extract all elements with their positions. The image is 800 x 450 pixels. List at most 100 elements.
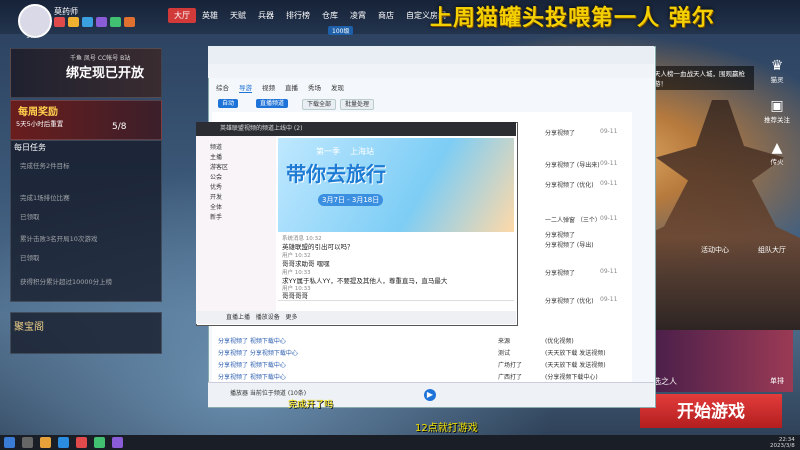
chat-user[interactable]: 频道 (210, 142, 222, 151)
promo-date: 3月7日 - 3月18日 (318, 194, 384, 206)
tab-lobby[interactable]: 大厅 (168, 8, 196, 23)
cc-auto-button[interactable]: 自动 (218, 99, 239, 108)
chat-user[interactable]: 新手 (210, 212, 222, 221)
subtitle-line: 12点就打游戏 (415, 423, 478, 434)
row-time: 09-11 (600, 215, 618, 222)
chat-user[interactable]: 开发 (210, 192, 222, 201)
squad-lobby-button[interactable]: 组队大厅 (748, 245, 796, 255)
list-item[interactable]: 分享视频了 视频下载中心 (218, 372, 286, 381)
cc-tab[interactable]: 直播 (285, 82, 298, 93)
message-text: 哥哥哥哥 (282, 292, 308, 300)
account-bind-title: 绑定现已开放 (66, 66, 145, 81)
tab-leaderboard[interactable]: 排行榜 (280, 8, 316, 23)
row-title: 分享视频了 (导出来) (545, 162, 600, 169)
task-item: 完成1场排位比赛 (20, 194, 70, 202)
table-row[interactable]: 分享视频了 (545, 128, 575, 137)
cc-tab[interactable]: 导游 (239, 82, 252, 93)
task-item: 已领取 (20, 254, 40, 262)
folder-icon[interactable] (40, 437, 51, 448)
row-title: 分享视频了 (优化) (545, 298, 594, 305)
app-icon[interactable] (76, 437, 87, 448)
cc-download-all-button[interactable]: 下载全部 (302, 99, 337, 110)
tab-warehouse[interactable]: 仓库 (316, 8, 344, 23)
banner-text: 上周猫罐头投喂第一人 (430, 5, 661, 31)
daily-task-title: 每日任务 (14, 143, 46, 152)
task-item: 累计击败3名开局10次游戏 (20, 235, 98, 243)
tab-talents[interactable]: 天赋 (224, 8, 252, 23)
chat-user[interactable]: 优秀 (210, 182, 222, 191)
chat-user[interactable]: 公会 (210, 172, 222, 181)
recommend-follow-label: 推荐关注 (764, 116, 790, 124)
right-notice[interactable]: 天人榜一血战天人城，围观赢枪游！ (652, 66, 754, 90)
weekly-reward-title: 每周奖励 (18, 107, 58, 118)
player-name: 莫药师 (54, 7, 78, 16)
bottom-label[interactable]: 播放设备 (256, 314, 280, 321)
table-row[interactable]: 分享视频了 (优化) (545, 180, 594, 189)
tab-shop[interactable]: 商店 (372, 8, 400, 23)
row-time: 09-11 (600, 180, 618, 187)
camera-icon: ▣ (770, 98, 784, 114)
cc-live-channel-button[interactable]: 直播频道 (256, 99, 289, 108)
task-item: 完成任务2件目标 (20, 162, 70, 170)
list-item[interactable]: 分享视频了 分享视频下载中心 (218, 348, 298, 357)
cc-tab[interactable]: 视频 (262, 82, 275, 93)
subtitle-line: 完成开了吗 (288, 400, 334, 410)
search-icon[interactable] (22, 437, 33, 448)
task-item: 获得积分累计超过10000分上榜 (20, 278, 113, 286)
treasure-label: 聚宝阁 (14, 322, 44, 333)
activity-center-button[interactable]: 活动中心 (690, 245, 740, 255)
table-row[interactable]: 分享视频了 (导出来) (545, 160, 600, 169)
browser-icon[interactable] (58, 437, 69, 448)
cc-tab[interactable]: 综合 (216, 82, 229, 93)
chat-user[interactable]: 主播 (210, 152, 222, 161)
chat-title[interactable]: 英雄联盟视频的频道上线中 (2) (196, 122, 516, 136)
solo-queue-label: 单排 (770, 377, 784, 385)
play-button[interactable]: ▶ (424, 389, 436, 401)
table-row[interactable]: 分享视频了 (545, 268, 575, 277)
row-title: 分享视频了 (优化) (545, 182, 594, 189)
list-item[interactable]: 分享视频了 视频下载中心 (218, 336, 286, 345)
windows-start-icon[interactable] (4, 437, 15, 448)
cc-titlebar[interactable] (208, 46, 654, 64)
app-icon[interactable] (112, 437, 123, 448)
recommend-follow-button[interactable]: ▣ 推荐关注 (760, 98, 794, 124)
table-row[interactable]: 一二人弹窗 （三个） (545, 215, 601, 224)
weekly-reward-subtitle: 5天5小时后重置 (16, 120, 64, 128)
bottom-label[interactable]: 更多 (286, 314, 298, 321)
badge-icon (110, 17, 121, 27)
cat-spirit-button[interactable]: ♛ 猫灵 (760, 58, 794, 84)
cc-tab[interactable]: 秀场 (308, 82, 321, 93)
badge-icon (82, 17, 93, 27)
badge-icon (96, 17, 107, 27)
tab-weapons[interactable]: 兵器 (252, 8, 280, 23)
list-col: 测试 (498, 350, 511, 357)
table-row[interactable]: 分享视频了 (导出) (545, 240, 594, 249)
chat-user[interactable]: 全体 (210, 202, 222, 211)
list-item[interactable]: 分享视频了 视频下载中心 (218, 360, 286, 369)
player-level: 170 (26, 33, 38, 40)
cc-batch-button[interactable]: 批量处理 (340, 99, 375, 110)
pass-fire-label: 传火 (770, 158, 784, 166)
list-col: (分享视频下载中心) (545, 374, 598, 381)
row-title: 一二人弹窗 （三个） (545, 217, 601, 224)
pass-fire-button[interactable]: ▲ 传火 (760, 140, 794, 166)
start-game-button[interactable]: 开始游戏 (640, 394, 782, 428)
chat-user-list (196, 136, 276, 311)
badge-row (54, 17, 135, 27)
row-title: 分享视频了 (导出) (545, 242, 594, 249)
badge-icon (54, 17, 65, 27)
cc-tab[interactable]: 发现 (331, 82, 344, 93)
table-row[interactable]: 分享视频了 (545, 230, 575, 239)
promo-season: 第一季 (316, 147, 340, 156)
table-row[interactable]: 分享视频了 (优化) (545, 296, 594, 305)
crown-icon: ♛ (770, 58, 784, 74)
weekly-reward-count: 5/8 (112, 122, 127, 132)
clock: 22:34 2023/3/8 (770, 437, 795, 449)
row-time: 09-11 (600, 160, 618, 167)
chat-user[interactable]: 游客区 (210, 162, 228, 171)
bottom-label[interactable]: 直播上播 (226, 314, 250, 321)
list-col: (优化视频) (545, 338, 574, 345)
tab-lingxiao[interactable]: 凌霄 (344, 8, 372, 23)
app-icon[interactable] (94, 437, 105, 448)
tab-heroes[interactable]: 英雄 (196, 8, 224, 23)
